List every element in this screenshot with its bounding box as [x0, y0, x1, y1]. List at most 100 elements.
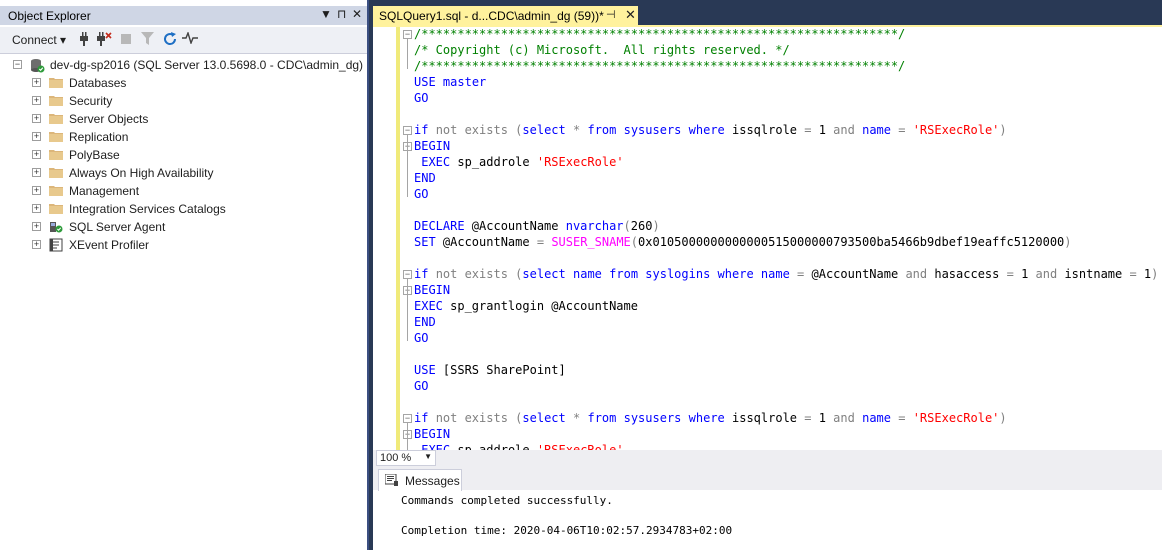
code-line: EXEC sp_addrole 'RSExecRole': [414, 442, 624, 450]
disconnect-icon[interactable]: [96, 32, 112, 48]
code-token: 'RSExecRole': [536, 443, 624, 450]
expand-icon[interactable]: +: [32, 204, 41, 213]
collapse-icon[interactable]: −: [13, 60, 22, 69]
code-token: from: [587, 123, 617, 137]
filter-icon[interactable]: [139, 32, 155, 48]
folder-icon: [49, 94, 63, 107]
tree-node-management[interactable]: + Management: [0, 182, 360, 200]
expand-icon[interactable]: +: [32, 168, 41, 177]
expand-icon[interactable]: +: [32, 240, 41, 249]
tree-node-replication[interactable]: + Replication: [0, 128, 360, 146]
code-token: not exists: [435, 411, 508, 425]
expand-icon[interactable]: +: [32, 96, 41, 105]
tree-node-polybase[interactable]: + PolyBase: [0, 146, 360, 164]
chevron-down-icon[interactable]: ▼: [424, 452, 432, 461]
tree-node-label: Integration Services Catalogs: [69, 202, 226, 216]
code-line: DECLARE @AccountName nvarchar(260): [414, 218, 660, 234]
tab-sqlquery1[interactable]: SQLQuery1.sql - d...CDC\admin_dg (59))* …: [373, 6, 638, 25]
query-editor[interactable]: /***************************************…: [373, 27, 1162, 450]
expand-icon[interactable]: +: [32, 222, 41, 231]
messages-icon: [384, 473, 398, 486]
collapse-region-icon[interactable]: −: [403, 414, 412, 423]
expand-icon[interactable]: +: [32, 150, 41, 159]
fold-guide: [407, 295, 408, 325]
code-token: @AccountName: [435, 235, 537, 249]
object-explorer-titlebar: Object Explorer ▼ ⊓ ✕: [0, 6, 369, 25]
code-token: SET: [414, 235, 436, 249]
code-token: if: [414, 267, 429, 281]
code-token: sysusers: [623, 123, 682, 137]
code-token: ): [1151, 267, 1159, 281]
connect-button[interactable]: Connect ▾: [12, 33, 66, 47]
activity-monitor-icon[interactable]: [182, 30, 198, 48]
code-token: name: [573, 267, 602, 281]
code-token: EXEC: [414, 299, 443, 313]
zoom-select[interactable]: 100 % ▼: [376, 450, 436, 466]
pin-icon[interactable]: ⊓: [337, 7, 346, 21]
window-position-dropdown-icon[interactable]: ▼: [320, 7, 332, 21]
expand-icon[interactable]: +: [32, 114, 41, 123]
collapse-region-icon[interactable]: −: [403, 30, 412, 39]
tree-node-databases[interactable]: + Databases: [0, 74, 360, 92]
code-token: /***************************************…: [414, 59, 906, 73]
tree-node-sql-server-agent[interactable]: + SQL Server Agent: [0, 218, 360, 236]
expand-icon[interactable]: +: [32, 132, 41, 141]
code-token: ): [999, 123, 1007, 137]
code-token: (: [630, 235, 639, 249]
tree-node-label: Security: [69, 94, 113, 108]
close-icon[interactable]: ✕: [625, 7, 636, 23]
code-token: GO: [414, 187, 429, 201]
close-icon[interactable]: ✕: [352, 7, 362, 21]
tree-node-server-objects[interactable]: + Server Objects: [0, 110, 360, 128]
connect-plug-icon[interactable]: [76, 32, 92, 48]
tree-node-security[interactable]: + Security: [0, 92, 360, 110]
code-token: not exists: [435, 267, 508, 281]
tree-node-integration-services-catalogs[interactable]: + Integration Services Catalogs: [0, 200, 360, 218]
panel-splitter[interactable]: [367, 0, 369, 550]
refresh-icon[interactable]: [162, 32, 178, 48]
code-line: if not exists (select * from sysusers wh…: [414, 122, 1007, 138]
code-token: /* Copyright (c) Microsoft. All rights r…: [414, 43, 790, 57]
expand-icon[interactable]: +: [32, 78, 41, 87]
code-token: issqlrole: [724, 411, 805, 425]
tree-node-xevent-profiler[interactable]: + XEvent Profiler: [0, 236, 360, 254]
code-token: issqlrole: [724, 123, 805, 137]
code-token: END: [414, 171, 436, 185]
code-token: ): [1064, 235, 1072, 249]
code-token: =: [536, 235, 545, 249]
collapse-region-icon[interactable]: −: [403, 270, 412, 279]
code-token: select: [522, 411, 566, 425]
code-token: 'RSExecRole': [536, 155, 624, 169]
collapse-region-icon[interactable]: −: [403, 126, 412, 135]
code-token: sysusers: [623, 411, 682, 425]
code-token: from: [587, 411, 617, 425]
code-token: SUSER_SNAME: [551, 235, 631, 249]
tree-node-label: SQL Server Agent: [69, 220, 166, 234]
tree-node-server[interactable]: − dev-dg-sp2016 (SQL Server 13.0.5698.0 …: [0, 56, 363, 74]
code-line: /* Copyright (c) Microsoft. All rights r…: [414, 42, 790, 58]
stop-icon[interactable]: [118, 32, 134, 48]
code-line: GO: [414, 90, 428, 106]
code-token: from: [609, 267, 639, 281]
code-token: 1: [811, 123, 834, 137]
agent-icon: [49, 220, 63, 233]
code-token: if: [414, 411, 429, 425]
editor-status-bar: 100 % ▼: [373, 450, 1162, 466]
tree-node-always-on-high-availability[interactable]: + Always On High Availability: [0, 164, 360, 182]
pin-icon[interactable]: ⊣: [606, 8, 616, 21]
code-token: @AccountName: [464, 219, 566, 233]
object-explorer-tree: − dev-dg-sp2016 (SQL Server 13.0.5698.0 …: [0, 54, 367, 550]
tab-messages[interactable]: Messages: [378, 469, 462, 491]
profiler-icon: [49, 238, 63, 252]
folder-icon: [49, 76, 63, 89]
tree-node-label: Server Objects: [69, 112, 149, 126]
expand-icon[interactable]: +: [32, 186, 41, 195]
code-line: USE [SSRS SharePoint]: [414, 362, 566, 378]
code-token: GO: [414, 379, 429, 393]
code-line: BEGIN: [414, 282, 450, 298]
